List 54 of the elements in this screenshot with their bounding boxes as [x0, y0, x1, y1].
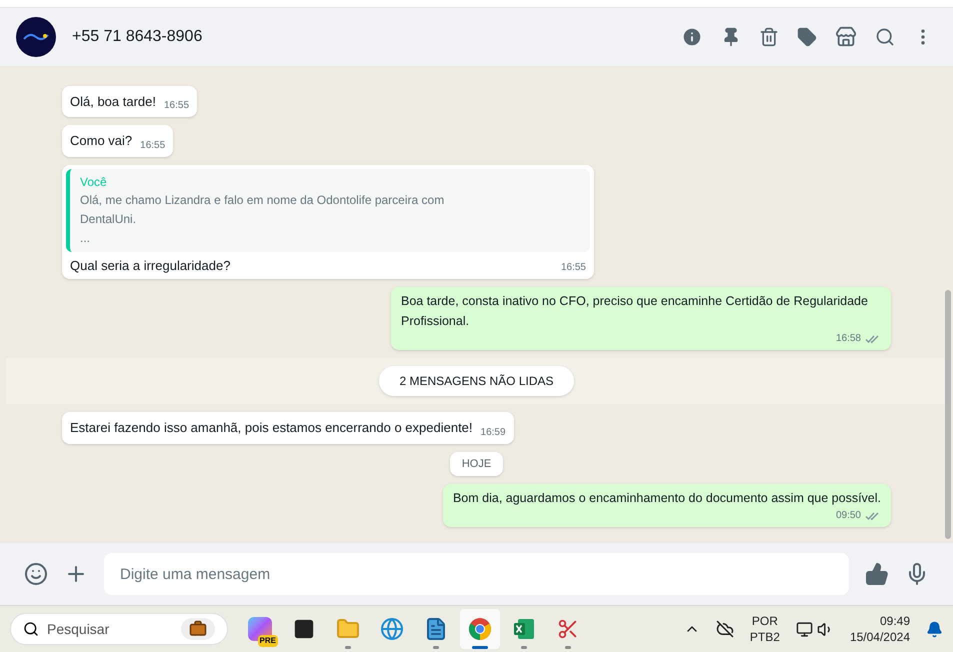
message-text: Como vai?	[70, 132, 132, 150]
message-time: 16:58	[836, 332, 861, 346]
message-time: 09:50	[836, 509, 861, 523]
info-icon[interactable]	[681, 26, 703, 48]
taskbar-search-field[interactable]: Pesquisar	[10, 613, 228, 645]
quote-text: Olá, me chamo Lizandra e falo em nome da Odontolife parceira com	[80, 192, 446, 208]
quote-text: DentalUni.	[80, 210, 138, 228]
taskbar-app-button[interactable]: PRE	[240, 609, 280, 649]
message-time: 16:55	[560, 261, 586, 275]
quote-author: Você	[80, 174, 108, 190]
logo-drawing	[22, 31, 50, 43]
message-text: Estarei fazendo isso amanhã, pois estamos encerrando o expediente!	[70, 419, 473, 437]
message-text: Boa tarde, consta inativo no CFO, preciso que encaminhe Certidão de Regularidade Profissional.	[401, 293, 869, 330]
message-text: Olá, boa tarde!	[70, 92, 156, 110]
search-icon[interactable]	[875, 27, 895, 47]
quoted-message[interactable]: Você Olá, me chamo Lizandra e falo em nome da Odontolife parceira com DentalUni. ...	[66, 168, 590, 252]
running-indicator	[345, 646, 351, 649]
running-indicator	[433, 646, 439, 649]
contact-avatar[interactable]	[16, 17, 56, 57]
label-icon[interactable]	[797, 27, 817, 47]
thumbs-up-icon[interactable]	[865, 562, 889, 586]
unread-messages-banner: 2 MENSAGENS NÃO LIDAS	[379, 366, 574, 396]
globe-icon	[380, 617, 404, 641]
date-chip: HOJE	[450, 452, 504, 476]
taskbar-app-button[interactable]	[460, 609, 500, 649]
spreadsheet-icon	[512, 617, 536, 641]
trash-icon[interactable]	[759, 27, 779, 47]
message-time: 16:55	[164, 99, 190, 113]
input-language-button[interactable]: POR PTB2	[750, 613, 780, 645]
briefcase-icon	[181, 618, 215, 640]
bell-icon[interactable]	[926, 620, 943, 638]
emoji-icon[interactable]	[24, 562, 48, 586]
contact-name[interactable]: +55 71 8643-8906	[72, 25, 665, 49]
cloud-off-icon[interactable]	[716, 620, 734, 638]
message-text: Bom dia, aguardamos o encaminhamento do documento assim que possível.	[452, 490, 881, 507]
message-time: 16:55	[140, 138, 166, 152]
quote-text: ...	[80, 230, 92, 246]
chrome-icon	[468, 617, 492, 641]
scissors-icon	[557, 618, 579, 640]
preview-badge: PRE	[258, 635, 278, 647]
store-icon[interactable]	[835, 26, 857, 48]
running-indicator	[472, 646, 488, 649]
message-input[interactable]: Digite uma mensagem	[104, 553, 849, 595]
running-indicator	[521, 646, 527, 649]
network-icon[interactable]	[796, 620, 813, 638]
folder-icon	[336, 617, 360, 641]
message-text: Qual seria a irregularidade?	[70, 256, 230, 275]
search-icon	[23, 621, 39, 637]
running-indicator	[565, 646, 571, 649]
clock-button[interactable]: 09:49 15/04/2024	[850, 613, 910, 645]
search-placeholder: Pesquisar	[47, 620, 110, 639]
notepad-icon	[424, 617, 448, 641]
scrollbar-thumb[interactable]	[945, 290, 951, 539]
message-time: 16:59	[480, 426, 506, 440]
